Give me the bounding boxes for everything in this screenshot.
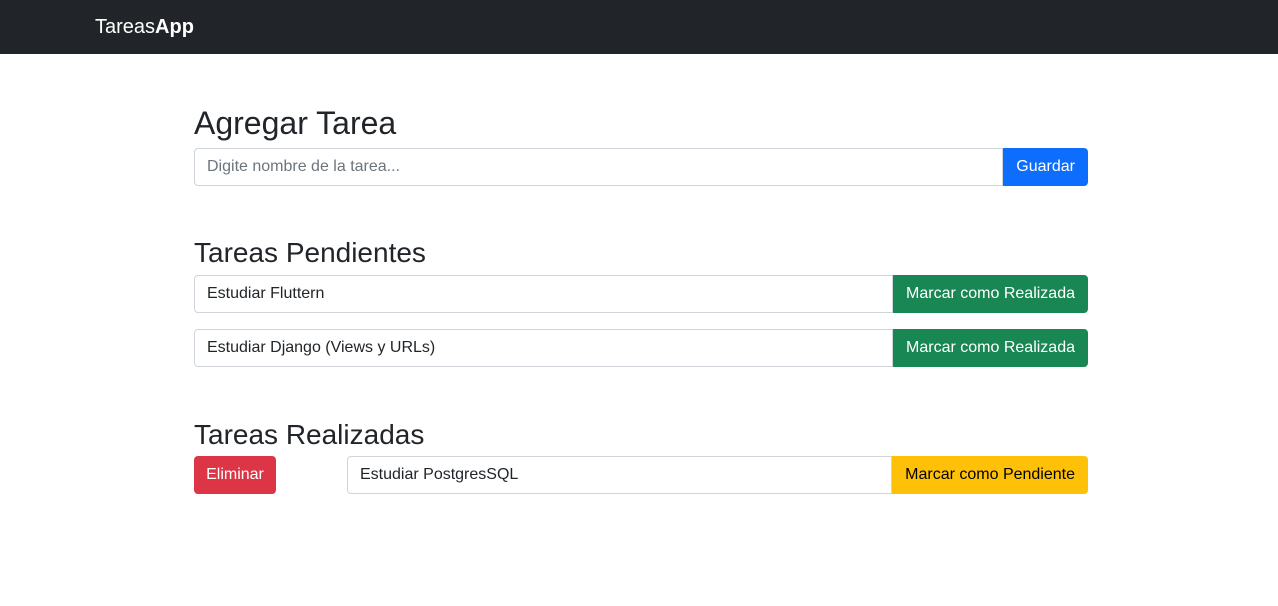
save-button[interactable]: Guardar: [1003, 148, 1088, 186]
done-task-name: Estudiar PostgresSQL: [347, 456, 893, 494]
mark-done-button[interactable]: Marcar como Realizada: [893, 275, 1088, 313]
done-task-row: Estudiar PostgresSQL Marcar como Pendien…: [347, 456, 1088, 494]
task-name-input[interactable]: [194, 148, 1004, 186]
pending-task-name: Estudiar Django (Views y URLs): [194, 329, 894, 367]
pending-tasks-title: Tareas Pendientes: [194, 237, 426, 268]
brand-logo[interactable]: TareasApp: [95, 15, 194, 39]
pending-task-row: Estudiar Django (Views y URLs) Marcar co…: [194, 329, 1088, 367]
add-task-form: Guardar: [194, 148, 1088, 186]
pending-task-name: Estudiar Fluttern: [194, 275, 894, 313]
navbar: TareasApp: [0, 0, 1278, 54]
add-task-title: Agregar Tarea: [194, 105, 397, 141]
pending-task-row: Estudiar Fluttern Marcar como Realizada: [194, 275, 1088, 313]
brand-regular: Tareas: [95, 16, 156, 38]
brand-bold: App: [155, 16, 194, 38]
delete-button[interactable]: Eliminar: [194, 456, 276, 494]
done-tasks-title: Tareas Realizadas: [194, 419, 425, 450]
mark-done-button[interactable]: Marcar como Realizada: [893, 329, 1088, 367]
mark-pending-button[interactable]: Marcar como Pendiente: [892, 456, 1088, 494]
